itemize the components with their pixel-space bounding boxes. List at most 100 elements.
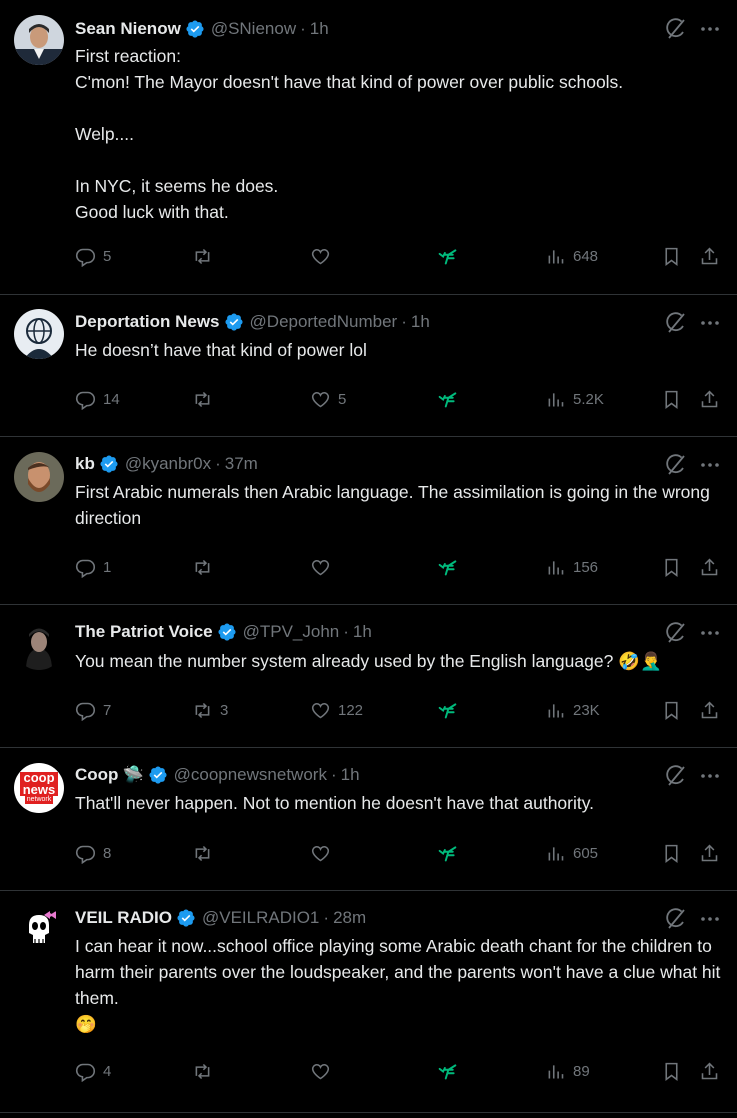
reply-button[interactable]: 4 — [75, 1057, 111, 1085]
handle[interactable]: @kyanbr0x — [125, 454, 211, 474]
grok-analyze-button[interactable] — [437, 1057, 458, 1085]
share-button[interactable] — [699, 1057, 720, 1085]
grok-analyze-button[interactable] — [437, 553, 458, 581]
grok-icon[interactable] — [664, 17, 688, 41]
like-button[interactable]: 122 — [310, 696, 363, 724]
avatar[interactable] — [14, 905, 64, 955]
reply-button[interactable]: 1 — [75, 553, 111, 581]
tweet-4[interactable]: The Patriot Voice @TPV_John · 1h You mea… — [0, 605, 737, 748]
tweet-1[interactable]: Sean Nienow @SNienow · 1h First reaction… — [0, 0, 737, 295]
handle[interactable]: @coopnewsnetwork — [174, 765, 327, 785]
views-icon — [548, 846, 564, 860]
share-button[interactable] — [699, 242, 720, 270]
more-options-icon[interactable] — [698, 621, 722, 645]
tweet-3[interactable]: kb @kyanbr0x · 37m First Arabic numerals… — [0, 437, 737, 605]
display-name[interactable]: Sean Nienow — [75, 19, 181, 39]
like-button[interactable] — [310, 553, 338, 581]
display-name[interactable]: Deportation News — [75, 312, 220, 332]
like-button[interactable] — [310, 1057, 338, 1085]
bookmark-button[interactable] — [661, 1057, 682, 1085]
avatar[interactable] — [14, 452, 64, 502]
grok-analyze-icon — [438, 248, 457, 264]
bookmark-button[interactable] — [661, 385, 682, 413]
share-button[interactable] — [699, 385, 720, 413]
grok-analyze-button[interactable] — [437, 696, 458, 724]
views-button[interactable]: 23K — [545, 696, 600, 724]
more-options-icon[interactable] — [698, 453, 722, 477]
bookmark-icon — [665, 701, 678, 720]
tweet-actions: 5 648 — [0, 242, 737, 270]
timestamp[interactable]: 1h — [310, 19, 329, 39]
repost-button[interactable] — [192, 839, 220, 867]
reply-button[interactable]: 14 — [75, 385, 120, 413]
avatar[interactable] — [14, 15, 64, 65]
tweet-actions: 7 3 122 23K — [0, 696, 737, 724]
reply-icon — [75, 1063, 96, 1082]
handle[interactable]: @DeportedNumber — [250, 312, 398, 332]
timestamp[interactable]: 1h — [353, 622, 372, 642]
like-count: 5 — [338, 390, 347, 408]
grok-icon[interactable] — [664, 311, 688, 335]
tweet-5[interactable]: coop news network Coop 🛸 @coopnewsnetwor… — [0, 748, 737, 891]
grok-icon[interactable] — [664, 453, 688, 477]
tweet-text: First Arabic numerals then Arabic langua… — [75, 482, 715, 528]
verified-badge-icon — [218, 623, 236, 641]
avatar[interactable] — [14, 620, 64, 670]
views-button[interactable]: 605 — [545, 839, 598, 867]
reply-button[interactable]: 5 — [75, 242, 111, 270]
repost-button[interactable]: 3 — [192, 696, 228, 724]
more-options-icon[interactable] — [698, 17, 722, 41]
bookmark-icon — [665, 844, 678, 863]
views-button[interactable]: 648 — [545, 242, 598, 270]
more-options-icon[interactable] — [698, 311, 722, 335]
like-button[interactable] — [310, 242, 338, 270]
verified-badge-icon — [224, 313, 243, 331]
bookmark-button[interactable] — [661, 553, 682, 581]
handle[interactable]: @TPV_John — [243, 622, 340, 642]
avatar[interactable] — [14, 309, 64, 359]
repost-button[interactable] — [192, 242, 220, 270]
more-options-icon[interactable] — [698, 764, 722, 788]
bookmark-button[interactable] — [661, 242, 682, 270]
bookmark-button[interactable] — [661, 839, 682, 867]
repost-button[interactable] — [192, 553, 220, 581]
tweet-2[interactable]: Deportation News @DeportedNumber · 1h He… — [0, 295, 737, 437]
like-button[interactable]: 5 — [310, 385, 346, 413]
grok-icon[interactable] — [664, 907, 688, 931]
views-button[interactable]: 156 — [545, 553, 598, 581]
display-name[interactable]: The Patriot Voice — [75, 622, 213, 642]
display-name[interactable]: VEIL RADIO — [75, 908, 172, 928]
avatar[interactable]: coop news network — [14, 763, 64, 813]
grok-icon[interactable] — [664, 621, 688, 645]
verified-badge-icon — [100, 455, 118, 473]
views-button[interactable]: 5.2K — [545, 385, 604, 413]
repost-button[interactable] — [192, 385, 220, 413]
timestamp[interactable]: 1h — [411, 312, 430, 332]
display-name[interactable]: kb — [75, 454, 95, 474]
timestamp[interactable]: 1h — [341, 765, 360, 785]
views-button[interactable]: 89 — [545, 1057, 590, 1085]
timestamp[interactable]: 37m — [225, 454, 258, 474]
like-button[interactable] — [310, 839, 338, 867]
like-count: 122 — [338, 701, 364, 719]
more-options-icon[interactable] — [698, 907, 722, 931]
reply-button[interactable]: 7 — [75, 696, 111, 724]
globe-logo-avatar-icon — [14, 309, 64, 359]
tweet-6[interactable]: VEIL RADIO @VEILRADIO1 · 28m I can hear … — [0, 891, 737, 1113]
share-button[interactable] — [699, 696, 720, 724]
hooded-man-avatar-icon — [14, 620, 64, 670]
grok-analyze-button[interactable] — [437, 242, 458, 270]
bookmark-button[interactable] — [661, 696, 682, 724]
grok-analyze-button[interactable] — [437, 385, 458, 413]
handle[interactable]: @VEILRADIO1 — [202, 908, 319, 928]
repost-button[interactable] — [192, 1057, 220, 1085]
grok-icon[interactable] — [664, 764, 688, 788]
reply-count: 4 — [103, 1062, 112, 1080]
handle[interactable]: @SNienow — [211, 19, 296, 39]
share-button[interactable] — [699, 553, 720, 581]
share-button[interactable] — [699, 839, 720, 867]
grok-analyze-button[interactable] — [437, 839, 458, 867]
reply-button[interactable]: 8 — [75, 839, 111, 867]
display-name[interactable]: Coop — [75, 765, 118, 785]
timestamp[interactable]: 28m — [333, 908, 366, 928]
